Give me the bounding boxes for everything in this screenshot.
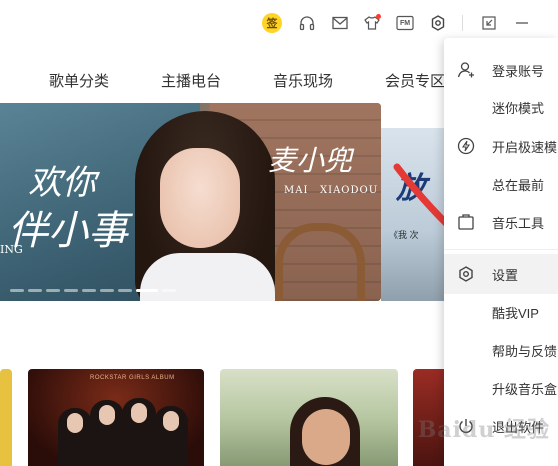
- toolbox-icon: [456, 212, 476, 232]
- banner-dot[interactable]: [100, 289, 114, 292]
- menu-item-upgrade[interactable]: 升级音乐盒: [444, 368, 558, 408]
- banner-chair: [275, 223, 365, 301]
- banner-artist-body: [140, 253, 275, 301]
- menu-item-login[interactable]: 登录账号: [444, 50, 558, 90]
- sign-in-badge-label: 签: [262, 13, 282, 33]
- banner-dot[interactable]: [28, 289, 42, 292]
- headphones-icon[interactable]: [296, 12, 318, 34]
- banner-dot[interactable]: [162, 289, 176, 292]
- minimize-icon[interactable]: [511, 12, 533, 34]
- band-member-face: [67, 413, 83, 433]
- banner-next-subtitle: 《我 次: [389, 230, 419, 240]
- playlist-card-label: ROCKSTAR GIRLS ALBUM: [90, 375, 175, 381]
- menu-item-label: 音乐工具: [492, 215, 545, 231]
- fm-icon[interactable]: FM: [394, 12, 416, 34]
- menu-item-always-on-top[interactable]: 总在最前: [444, 164, 558, 204]
- mail-icon[interactable]: [329, 12, 351, 34]
- menu-item-label: 设置: [492, 267, 519, 283]
- banner-song-title-line2: 伴小事: [8, 208, 128, 254]
- banner-artist-name-latin-2: XIAODOU: [320, 185, 379, 196]
- playlist-card[interactable]: [0, 369, 12, 466]
- card-person-face: [302, 409, 350, 465]
- band-member-face: [131, 403, 147, 423]
- shirt-icon[interactable]: [361, 12, 383, 34]
- nav-playlist-categories[interactable]: 歌单分类: [49, 70, 109, 91]
- menu-item-label: 总在最前: [492, 177, 545, 193]
- banner-dot[interactable]: [118, 289, 132, 292]
- menu-item-label: 开启极速模: [492, 139, 558, 155]
- nav-anchor-radio[interactable]: 主播电台: [161, 70, 221, 91]
- settings-icon: [456, 264, 476, 284]
- banner-artist-name-script: 麦小兜: [268, 144, 353, 177]
- playlist-card[interactable]: ROCKSTAR GIRLS ALBUM: [28, 369, 204, 466]
- band-member-face: [99, 405, 115, 425]
- banner-dot[interactable]: [82, 289, 96, 292]
- menu-item-label: 帮助与反馈: [492, 343, 558, 359]
- banner-pagination: [10, 289, 176, 292]
- banner-dot-active[interactable]: [136, 289, 158, 292]
- banner-dot[interactable]: [46, 289, 60, 292]
- menu-item-label: 迷你模式: [492, 100, 545, 116]
- nav-vip-zone[interactable]: 会员专区: [385, 70, 445, 91]
- menu-item-help-feedback[interactable]: 帮助与反馈: [444, 330, 558, 370]
- settings-dropdown-menu: 登录账号 迷你模式 开启极速模 总在最前 音乐工具 设置 酷我VIP 帮助与反馈…: [444, 38, 558, 466]
- banner-carousel[interactable]: 欢你 伴小事 ING 麦小兜 MAI XIAODOU: [0, 103, 381, 301]
- menu-item-vip[interactable]: 酷我VIP: [444, 292, 558, 332]
- menu-item-label: 升级音乐盒: [492, 381, 558, 397]
- settings-gear-icon[interactable]: [427, 12, 449, 34]
- banner-artist-face: [160, 148, 240, 248]
- menu-item-label: 酷我VIP: [492, 305, 539, 321]
- lightning-icon: [456, 136, 476, 156]
- nav-live-music[interactable]: 音乐现场: [273, 70, 333, 91]
- menu-item-settings[interactable]: 设置: [444, 254, 558, 294]
- banner-song-tag: ING: [0, 243, 23, 256]
- mini-mode-icon[interactable]: [478, 12, 500, 34]
- titlebar-divider: [462, 15, 463, 31]
- banner-dot[interactable]: [64, 289, 78, 292]
- banner-artist-name-latin-1: MAI: [284, 185, 309, 196]
- banner-dot[interactable]: [10, 289, 24, 292]
- sign-in-badge[interactable]: 签: [261, 12, 283, 34]
- menu-item-music-tools[interactable]: 音乐工具: [444, 202, 558, 242]
- banner-next-title: 放: [396, 171, 426, 206]
- menu-item-label: 登录账号: [492, 63, 545, 79]
- menu-item-mini-mode[interactable]: 迷你模式: [444, 87, 558, 127]
- menu-item-speed-mode[interactable]: 开启极速模: [444, 126, 558, 166]
- banner-song-title-line1: 欢你: [28, 163, 96, 203]
- user-icon: [456, 60, 476, 80]
- watermark: Baidu 经验: [417, 417, 550, 443]
- playlist-card[interactable]: [220, 369, 398, 466]
- notification-dot: [376, 14, 381, 19]
- fm-label: FM: [399, 19, 411, 27]
- menu-divider: [444, 249, 558, 250]
- band-member-face: [163, 411, 179, 431]
